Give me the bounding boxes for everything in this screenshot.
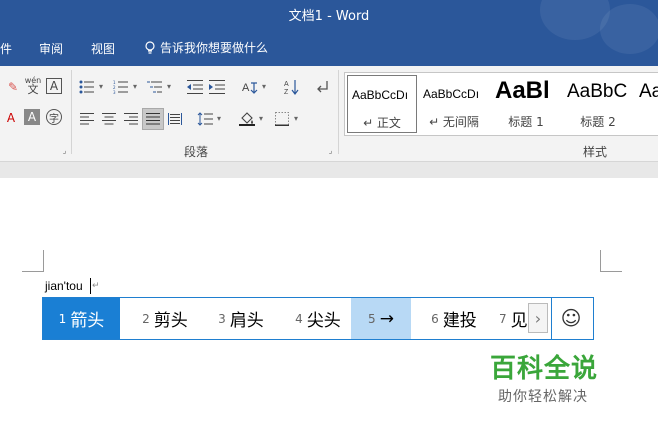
ime-candidate-5[interactable]: 5 → (351, 298, 411, 339)
lightbulb-icon (145, 40, 155, 54)
composition-text: jian'tou (45, 279, 83, 293)
bullets-icon[interactable] (78, 78, 103, 96)
document-top-gutter (0, 162, 658, 178)
chevron-right-icon: › (534, 308, 542, 328)
ribbon-separator (71, 70, 72, 154)
style-sample: AaBbCcDı (423, 87, 480, 101)
styles-gallery[interactable]: AaBbCcDı ↵ 正文 AaBbCcDı ↵ 无间隔 AaBl 标题 1 A… (344, 72, 658, 136)
paragraph-mark: ↵ (92, 281, 100, 291)
phonetic-guide-icon[interactable]: wén 文 (24, 76, 42, 95)
svg-text:Z: Z (284, 89, 289, 95)
character-shading-icon[interactable]: A (24, 109, 40, 125)
style-name: ↵ 正文 (363, 116, 401, 130)
margin-corner-mark (600, 271, 622, 272)
emoji-button[interactable]: ☺ (555, 302, 587, 334)
ime-candidate-2[interactable]: 2 剪头 (130, 298, 200, 339)
decrease-indent-icon[interactable] (186, 78, 204, 96)
justify-icon[interactable] (142, 108, 164, 130)
numbering-icon[interactable]: 123 (112, 78, 137, 96)
style-name: 标题 1 (508, 115, 544, 129)
margin-corner-mark (22, 271, 44, 272)
menu-review[interactable]: 审阅 (39, 40, 63, 57)
watermark-title: 百科全说 (490, 354, 599, 384)
align-center-icon[interactable] (100, 110, 118, 128)
menu-view[interactable]: 视图 (91, 40, 115, 57)
styles-group-label: 样式 (583, 145, 608, 159)
show-paragraph-marks-icon[interactable] (313, 78, 331, 96)
distributed-align-icon[interactable] (166, 110, 184, 128)
shading-icon[interactable] (238, 110, 263, 128)
multilevel-list-icon[interactable] (146, 78, 171, 96)
font-dialog-launcher-icon[interactable]: ⌟ (60, 147, 69, 156)
style-name: 标题 2 (580, 115, 616, 129)
borders-icon[interactable] (273, 110, 298, 128)
window-title: 文档1 - Word (288, 9, 370, 24)
smiley-icon: ☺ (560, 306, 582, 330)
ime-candidate-3[interactable]: 3 肩头 (206, 298, 276, 339)
character-border-icon[interactable]: A (46, 78, 62, 94)
watermark-subtitle: 助你轻松解决 (498, 389, 588, 405)
watermark: 百科全说 助你轻松解决 (460, 342, 638, 412)
style-title[interactable]: Aa (635, 75, 658, 133)
menu-file[interactable]: 件 (0, 40, 12, 57)
style-sample: Aa (639, 81, 658, 102)
style-sample: AaBl (495, 77, 550, 104)
clear-formatting-icon[interactable]: ✎ (4, 78, 22, 96)
tell-me-search[interactable]: 告诉我你想要做什么 (144, 39, 268, 56)
svg-text:A: A (284, 81, 289, 88)
style-sample: AaBbC (567, 81, 628, 102)
chinese-layout-icon[interactable]: A (241, 78, 266, 96)
paragraph-dialog-launcher-icon[interactable]: ⌟ (326, 147, 335, 156)
ime-next-page-button[interactable]: › (528, 303, 548, 333)
ime-candidate-1[interactable]: 1 箭头 (43, 298, 120, 339)
ribbon-separator (338, 70, 339, 154)
line-spacing-icon[interactable] (196, 110, 221, 128)
tell-me-text: 告诉我你想要做什么 (160, 41, 269, 55)
margin-corner-mark (600, 250, 601, 272)
style-normal[interactable]: AaBbCcDı ↵ 正文 (347, 75, 417, 133)
title-bar: 文档1 - Word 件 审阅 视图 告诉我你想要做什么 (0, 0, 658, 66)
align-right-icon[interactable] (122, 110, 140, 128)
sort-icon[interactable]: AZ (283, 78, 301, 96)
style-heading-2[interactable]: AaBbC 标题 2 (563, 75, 633, 133)
style-heading-1[interactable]: AaBl 标题 1 (491, 75, 561, 133)
style-sample: AaBbCcDı (352, 88, 409, 102)
margin-corner-mark (43, 250, 44, 272)
ime-candidate-4[interactable]: 4 尖头 (283, 298, 353, 339)
ribbon: ✎ wén 文 A A A 字 ⌟ 123 A AZ (0, 66, 658, 162)
increase-indent-icon[interactable] (208, 78, 226, 96)
ime-candidate-bar: 1 箭头 2 剪头 3 肩头 4 尖头 5 → 6 建投 7见 › ☺ (42, 297, 594, 340)
style-no-spacing[interactable]: AaBbCcDı ↵ 无间隔 (419, 75, 489, 133)
svg-text:3: 3 (113, 90, 116, 94)
enclose-characters-icon[interactable]: 字 (46, 109, 62, 125)
style-name: ↵ 无间隔 (429, 115, 479, 129)
svg-text:A: A (242, 82, 250, 94)
align-left-icon[interactable] (78, 110, 96, 128)
ime-divider (551, 298, 552, 339)
ime-candidate-6[interactable]: 6 建投 (419, 298, 489, 339)
paragraph-group-label: 段落 (184, 145, 209, 159)
text-caret (90, 278, 91, 294)
font-color-icon[interactable]: A (2, 109, 20, 127)
